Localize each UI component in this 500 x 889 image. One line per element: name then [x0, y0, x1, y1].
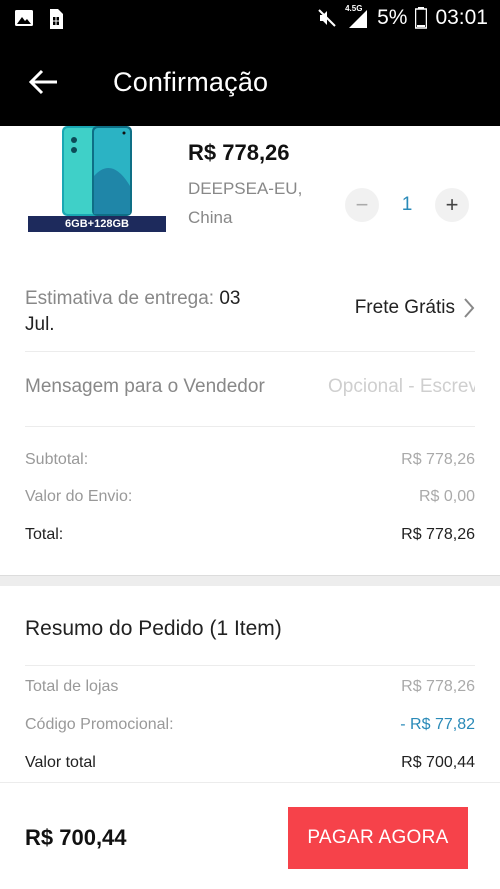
product-image[interactable]: 6GB+128GB [28, 126, 166, 232]
shipping-cost-value: R$ 0,00 [418, 488, 475, 505]
subtotal-label: Subtotal: [25, 451, 89, 468]
divider [25, 665, 475, 666]
quantity-value: 1 [401, 194, 413, 215]
promo-code-label: Código Promocional: [25, 716, 174, 733]
subtotal-value: R$ 778,26 [401, 451, 475, 468]
store-total-label: Total: [25, 526, 64, 543]
chevron-right-icon [464, 298, 475, 318]
battery-percent: 5% [377, 6, 408, 29]
order-summary-title: Resumo do Pedido (1 Item) [25, 617, 282, 640]
shipping-method: Frete Grátis [354, 297, 455, 318]
shipping-cost-row: Valor do Envio: R$ 0,00 [25, 488, 475, 506]
increase-quantity-button[interactable]: + [435, 188, 469, 222]
divider [25, 351, 475, 352]
divider [25, 426, 475, 427]
delivery-estimate: Estimativa de entrega: 03 Jul. [25, 286, 265, 338]
page-title: Confirmação [113, 67, 269, 97]
promo-code-value: - R$ 77,82 [400, 716, 475, 733]
product-variant-badge: 6GB+128GB [28, 216, 166, 232]
stores-total-value: R$ 778,26 [401, 678, 475, 695]
seller-message-input[interactable] [328, 372, 475, 402]
pay-now-button[interactable]: PAGAR AGORA [288, 807, 468, 869]
grand-total-row: Valor total R$ 700,44 [25, 754, 475, 772]
decrease-quantity-button[interactable]: − [345, 188, 379, 222]
back-arrow-icon[interactable] [26, 64, 62, 100]
mute-icon [318, 9, 336, 27]
quantity-stepper: − 1 + [345, 188, 469, 222]
clock: 03:01 [435, 6, 488, 29]
battery-icon [415, 7, 428, 29]
promo-code-row[interactable]: Código Promocional: - R$ 77,82 [25, 716, 475, 734]
delivery-label: Estimativa de entrega: [25, 288, 215, 309]
section-separator [0, 575, 500, 586]
product-price: R$ 778,26 [188, 140, 290, 165]
grand-total-label: Valor total [25, 754, 96, 771]
product-item: 6GB+128GB R$ 778,26 DEEPSEA-EU, China − … [0, 126, 500, 276]
checkout-total: R$ 700,44 [25, 825, 127, 850]
shipping-cost-label: Valor do Envio: [25, 488, 133, 505]
grand-total-value: R$ 700,44 [401, 754, 475, 771]
subtotal-row: Subtotal: R$ 778,26 [25, 451, 475, 469]
signal-icon: 4.5G [345, 4, 369, 29]
gallery-icon [15, 10, 33, 26]
app-bar: Confirmação [0, 40, 500, 126]
stores-total-row: Total de lojas R$ 778,26 [25, 678, 475, 696]
stores-total-label: Total de lojas [25, 678, 119, 695]
seller-name: DEEPSEA-EU, China [188, 179, 303, 227]
sim-card-icon [50, 9, 63, 29]
status-bar: 4.5G 5% 03:01 [0, 0, 500, 40]
checkout-bar: R$ 700,44 PAGAR AGORA [0, 782, 500, 889]
store-total-value: R$ 778,26 [401, 526, 475, 543]
store-total-row: Total: R$ 778,26 [25, 526, 475, 544]
shipping-method-selector[interactable]: Frete Grátis [355, 297, 475, 319]
